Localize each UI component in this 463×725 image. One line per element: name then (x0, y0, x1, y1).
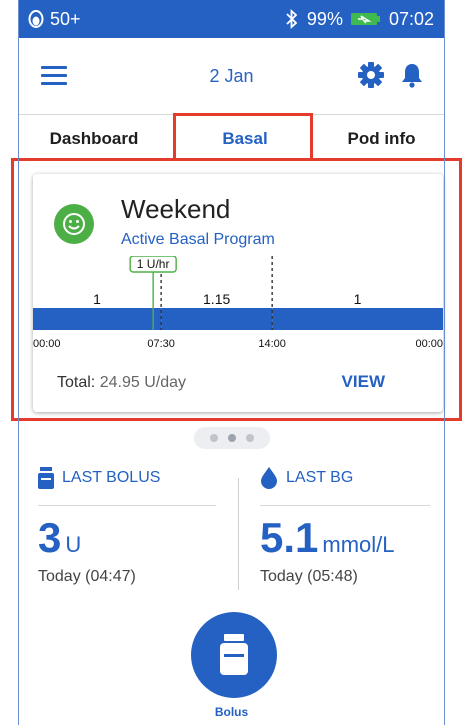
page-dot-1[interactable] (209, 434, 218, 442)
last-bg-unit: mmol/L (322, 532, 395, 557)
pod-status: 50+ (28, 9, 81, 30)
bell-icon[interactable] (400, 62, 424, 88)
last-bg-value-row: 5.1 mmol/L (260, 517, 430, 566)
gear-icon[interactable] (358, 62, 384, 88)
highlight-card-outline (11, 158, 462, 421)
bolus-vial-icon (220, 634, 248, 675)
divider (238, 478, 239, 590)
bolus-button[interactable] (191, 612, 277, 698)
last-bolus-value: 3 (38, 514, 62, 561)
pod-icon (28, 10, 44, 28)
last-bolus-panel: LAST BOLUS 3U Today (04:47) (38, 460, 216, 586)
bolus-button-label: Bolus (214, 705, 249, 719)
last-bolus-unit: U (65, 532, 82, 557)
page-dot-3[interactable] (245, 434, 254, 442)
status-right: 99% 07:02 (285, 9, 434, 30)
status-bar: 50+ 99% 07:02 (19, 0, 444, 38)
app-bar: 2 Jan (19, 38, 444, 114)
tab-dashboard[interactable]: Dashboard (19, 115, 169, 163)
page-indicator (0, 427, 463, 449)
highlight-tab-outline (173, 113, 313, 158)
last-bg-value: 5.1 (260, 514, 319, 561)
clock: 07:02 (388, 8, 434, 29)
battery-charging-icon (350, 13, 380, 25)
bolus-vial-icon (38, 467, 54, 489)
pod-status-text: 50+ (50, 8, 81, 29)
bluetooth-icon (286, 9, 298, 29)
last-bolus-value-row: 3U (38, 517, 216, 566)
page-dot-2[interactable] (227, 434, 236, 442)
last-bg-title: LAST BG (286, 469, 354, 486)
omnipod-home-screen: 50+ 99% 07:02 2 Jan Dashboard Basal Pod … (0, 0, 463, 725)
last-bolus-time: Today (04:47) (38, 568, 136, 585)
last-bg-time: Today (05:48) (260, 568, 358, 585)
tab-pod-info[interactable]: Pod info (319, 115, 444, 163)
last-bolus-title: LAST BOLUS (62, 469, 161, 486)
last-bg-panel: LAST BG 5.1 mmol/L Today (05:48) (260, 460, 430, 586)
battery-percent: 99% (306, 8, 343, 29)
blood-drop-icon (261, 467, 277, 489)
